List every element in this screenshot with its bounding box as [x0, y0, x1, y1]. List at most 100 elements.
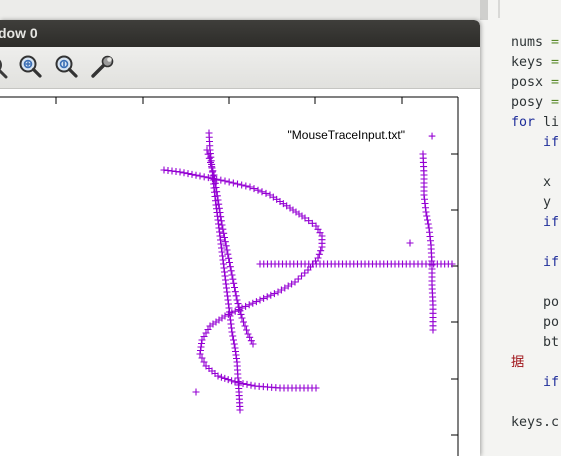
code-line: po	[543, 295, 560, 310]
trace-point	[225, 178, 233, 186]
trace-point	[231, 284, 238, 291]
trace-point	[424, 216, 431, 224]
trace-point	[246, 183, 254, 191]
trace-point	[317, 247, 325, 255]
trace-point	[242, 182, 250, 190]
zoom-in-button[interactable]	[16, 53, 44, 81]
trace-point	[228, 328, 236, 336]
code-line: if	[543, 255, 560, 270]
trace-point	[228, 377, 236, 385]
code-line: for li	[511, 115, 560, 130]
trace-point	[267, 291, 275, 299]
trace-point	[241, 322, 249, 330]
plot-ticks	[55, 97, 458, 436]
trace-point	[238, 314, 246, 322]
trace-point	[188, 170, 196, 178]
gnuplot-window: dow 0 "MouseTraceInput.txt" +	[0, 20, 480, 456]
trace-point	[250, 185, 258, 193]
code-line: posx =	[511, 75, 560, 90]
trace-point	[234, 300, 242, 308]
code-line: x	[543, 175, 552, 190]
trace-point	[318, 243, 326, 251]
editor-divider	[498, 0, 500, 18]
plot-canvas[interactable]: "MouseTraceInput.txt" +	[0, 89, 480, 456]
trace-point	[232, 292, 240, 300]
trace-point	[233, 296, 241, 304]
trace-point	[429, 326, 437, 334]
zoom-in-icon	[19, 55, 42, 78]
zoom-partial-button[interactable]	[0, 53, 10, 81]
trace-point	[270, 290, 278, 298]
trace-point	[244, 330, 252, 338]
trace-point	[256, 296, 264, 304]
plot-toolbar	[0, 47, 480, 89]
trace-point	[200, 173, 208, 181]
code-editor-background: nums = keys = posx = posy = for li if x y if…	[480, 0, 561, 456]
trace-point	[249, 299, 257, 307]
window-titlebar[interactable]: dow 0	[0, 20, 480, 47]
trace-point	[242, 302, 250, 310]
trace-point	[217, 373, 225, 381]
scatter-plot: "MouseTraceInput.txt" +	[0, 96, 459, 456]
code-line: posy =	[511, 95, 560, 110]
trace-point	[254, 186, 262, 194]
trace-point	[196, 172, 204, 180]
trace-point	[247, 381, 255, 389]
code-line: keys.c	[511, 415, 560, 430]
trace-point	[217, 176, 225, 184]
trace-point	[234, 180, 241, 188]
trace-point	[247, 337, 255, 345]
trace-point	[228, 271, 236, 279]
trace-points	[160, 129, 456, 414]
trace-point	[245, 301, 253, 309]
trace-point	[226, 259, 233, 266]
trace-point	[225, 254, 233, 262]
settings-wrench-icon	[91, 55, 114, 78]
trace-point	[422, 208, 430, 216]
trace-point	[229, 332, 237, 340]
settings-button[interactable]	[88, 53, 116, 81]
trace-point	[180, 169, 188, 177]
trace-point	[231, 288, 239, 296]
trace-point	[423, 212, 431, 220]
trace-point	[240, 318, 247, 326]
trace-point	[238, 181, 246, 189]
trace-point	[176, 168, 184, 176]
trace-point	[236, 406, 244, 414]
trace-point	[424, 220, 432, 228]
code-line: keys =	[511, 55, 560, 70]
trace-point	[262, 189, 270, 197]
trace-point	[224, 376, 232, 384]
trace-point	[227, 267, 235, 275]
editor-scrollbar[interactable]	[480, 0, 488, 20]
trace-point	[258, 188, 266, 196]
trace-point	[243, 380, 251, 388]
code-line: if	[543, 375, 560, 390]
zoom-reset-icon	[55, 55, 78, 78]
trace-point	[243, 326, 250, 334]
trace-point	[221, 374, 229, 382]
trace-point	[312, 384, 320, 392]
trace-point	[229, 179, 237, 187]
trace-point	[252, 298, 260, 306]
trace-point	[226, 263, 234, 271]
trace-point	[192, 388, 200, 396]
trace-point	[184, 170, 192, 178]
trace-point	[406, 239, 414, 247]
code-line: if	[543, 215, 560, 230]
code-line: y	[543, 195, 552, 210]
legend-marker: +	[428, 129, 436, 144]
legend-label: "MouseTraceInput.txt"	[288, 128, 405, 142]
trace-point	[230, 340, 238, 348]
code-line: if	[543, 135, 560, 150]
plot-frame	[0, 96, 459, 456]
trace-point	[230, 279, 238, 287]
trace-point	[230, 336, 237, 344]
zoom-reset-button[interactable]	[52, 53, 80, 81]
trace-point	[192, 171, 200, 179]
code-lines: nums = keys = posx = posy = for li if x y if…	[511, 33, 559, 433]
